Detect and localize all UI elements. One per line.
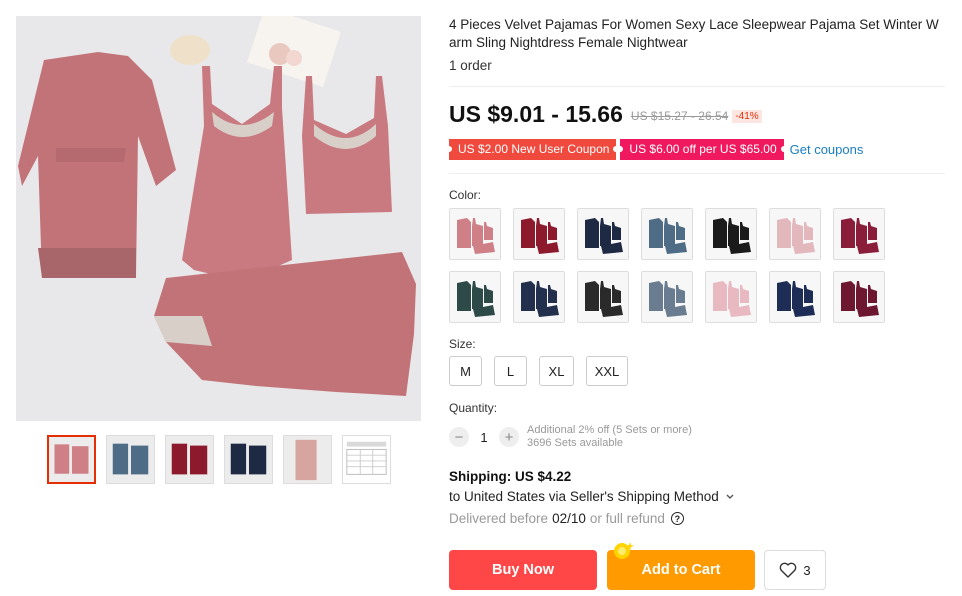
color-label: Color: — [449, 188, 482, 202]
size-options: M L XL XXL — [449, 356, 628, 386]
color-swatch-2-3[interactable] — [577, 271, 629, 323]
quantity-label: Quantity: — [449, 401, 498, 415]
color-swatch-1-4[interactable] — [641, 208, 693, 260]
color-swatch-2-6[interactable] — [769, 271, 821, 323]
shipping-cost: Shipping: US $4.22 — [449, 469, 572, 484]
stock-available: 3696 Sets available — [527, 437, 624, 449]
size-option-xl[interactable]: XL — [539, 356, 574, 386]
size-option-xxl[interactable]: XXL — [586, 356, 628, 386]
swatch-pajama-image — [777, 218, 815, 254]
swatch-pajama-image — [521, 218, 559, 254]
color-swatch-1-6[interactable] — [769, 208, 821, 260]
color-swatch-1-3[interactable] — [577, 208, 629, 260]
delivery-estimate: Delivered before 02/10 or full refund ? — [449, 511, 684, 526]
size-label: Size: — [449, 337, 476, 351]
store-coupon[interactable]: US $6.00 off per US $65.00 — [617, 139, 787, 160]
thumbnail-1[interactable] — [47, 435, 96, 484]
quantity-decrease-button[interactable]: − — [449, 427, 469, 447]
quantity-value[interactable]: 1 — [469, 430, 499, 445]
order-count: 1 order — [449, 58, 492, 73]
product-title: 4 Pieces Velvet Pajamas For Women Sexy L… — [449, 17, 939, 50]
buy-now-button[interactable]: Buy Now — [449, 550, 597, 590]
help-icon[interactable]: ? — [670, 512, 684, 525]
divider — [449, 173, 945, 174]
color-swatch-2-1[interactable] — [449, 271, 501, 323]
pajama-set-image — [16, 16, 421, 421]
swatch-pajama-image — [649, 281, 687, 317]
delivered-prefix: Delivered before — [449, 511, 549, 526]
thumbnail-3[interactable] — [165, 435, 214, 484]
thumbnail-strip — [47, 435, 391, 484]
swatch-pajama-image — [457, 281, 495, 317]
chevron-down-icon — [726, 494, 733, 500]
quantity-note: Additional 2% off (5 Sets or more) 3696 … — [527, 424, 692, 450]
new-user-coupon[interactable]: US $2.00 New User Coupon — [445, 139, 620, 160]
quantity-increase-button[interactable]: + — [499, 427, 519, 447]
original-price: US $15.27 - 26.54 — [630, 109, 729, 123]
swatch-pajama-image — [585, 218, 623, 254]
shipping-method-selector[interactable]: to United States via Seller's Shipping M… — [449, 489, 734, 504]
get-coupons-link[interactable]: Get coupons — [790, 142, 864, 157]
swatch-pajama-image — [841, 218, 879, 254]
swatch-pajama-image — [841, 281, 879, 317]
coupon-row: US $2.00 New User Coupon US $6.00 off pe… — [445, 139, 864, 160]
current-price: US $9.01 - 15.66 — [449, 101, 623, 127]
color-swatch-2-5[interactable] — [705, 271, 757, 323]
wishlist-count: 3 — [803, 562, 811, 578]
size-option-m[interactable]: M — [449, 356, 482, 386]
delivered-suffix: or full refund — [589, 511, 665, 526]
thumbnail-5[interactable] — [283, 435, 332, 484]
color-swatches-row-2 — [449, 271, 885, 323]
quantity-stepper: − 1 + Additional 2% off (5 Sets or more)… — [449, 424, 692, 450]
add-to-cart-button[interactable]: Add to Cart — [607, 550, 755, 590]
swatch-pajama-image — [777, 281, 815, 317]
swatch-pajama-image — [713, 281, 751, 317]
shipping-destination: to United States via Seller's Shipping M… — [449, 489, 719, 504]
swatch-pajama-image — [649, 218, 687, 254]
wishlist-button[interactable]: 3 — [764, 550, 826, 590]
color-swatches-row-1 — [449, 208, 885, 260]
color-swatch-1-5[interactable] — [705, 208, 757, 260]
swatch-pajama-image — [457, 218, 495, 254]
discount-badge: -41% — [732, 109, 762, 123]
main-product-image[interactable] — [16, 16, 421, 421]
delivery-date: 02/10 — [552, 511, 586, 526]
color-swatch-1-7[interactable] — [833, 208, 885, 260]
bulk-discount-note: Additional 2% off (5 Sets or more) — [527, 424, 692, 436]
color-swatch-2-4[interactable] — [641, 271, 693, 323]
divider — [449, 86, 945, 87]
color-swatch-1-1[interactable] — [449, 208, 501, 260]
swatch-pajama-image — [521, 281, 559, 317]
color-swatch-1-2[interactable] — [513, 208, 565, 260]
price-row: US $9.01 - 15.66 US $15.27 - 26.54 -41% — [449, 101, 762, 128]
thumbnail-2[interactable] — [106, 435, 155, 484]
color-swatch-2-2[interactable] — [513, 271, 565, 323]
swatch-pajama-image — [713, 218, 751, 254]
size-option-l[interactable]: L — [494, 356, 527, 386]
color-swatch-2-7[interactable] — [833, 271, 885, 323]
thumbnail-size-chart[interactable] — [342, 435, 391, 484]
heart-icon — [780, 562, 797, 578]
thumbnail-4[interactable] — [224, 435, 273, 484]
swatch-pajama-image — [585, 281, 623, 317]
